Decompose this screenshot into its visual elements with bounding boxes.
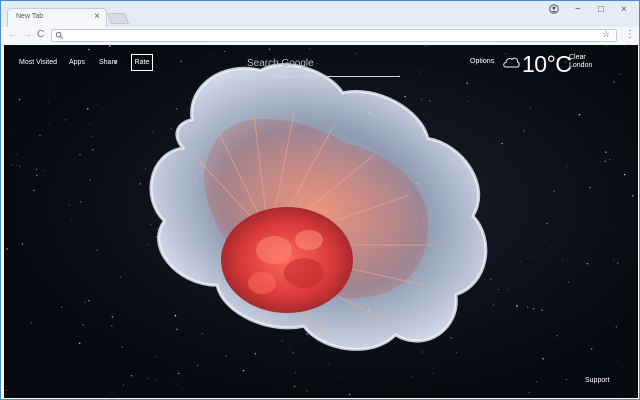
new-tab-page: Most Visited Apps Share Rate Search Goog… [4,45,638,398]
rate-button[interactable]: Rate [131,54,153,71]
weather-condition: Clear [569,54,586,61]
tab-close-icon[interactable]: × [94,11,100,23]
tab-strip: New Tab × − □ × [1,1,639,27]
most-visited-link[interactable]: Most Visited [19,59,57,66]
forward-icon[interactable]: → [22,29,32,41]
tab-new-tab[interactable]: New Tab × [7,8,107,27]
profile-icon[interactable] [549,4,559,14]
menu-icon[interactable]: ⋮ [625,29,635,41]
minimize-icon[interactable]: − [575,4,581,16]
weather-location: London [569,62,593,69]
search-input[interactable]: Search Google [247,58,314,69]
browser-window: New Tab × − □ × ← → C ☆ ⋮ Most Visited A… [0,0,640,400]
weather-details: Clear London [569,54,592,70]
maximize-icon[interactable]: □ [598,4,604,16]
options-link[interactable]: Options [470,58,494,65]
tab-title: New Tab [16,13,44,20]
bookmark-star-icon[interactable]: ☆ [602,29,610,40]
address-bar[interactable]: ☆ [51,29,617,42]
reload-icon[interactable]: C [37,29,44,41]
share-link[interactable]: Share [99,59,118,66]
back-icon[interactable]: ← [8,29,18,41]
support-link[interactable]: Support [585,377,610,384]
apps-link[interactable]: Apps [69,59,85,66]
jellyfish-image [149,63,488,351]
search-box[interactable]: Search Google [242,55,400,77]
close-icon[interactable]: × [621,4,627,16]
new-tab-button[interactable] [106,13,130,24]
temperature: 10°C [522,51,572,77]
cloud-icon [503,57,520,68]
browser-toolbar: ← → C ☆ ⋮ [1,27,639,46]
search-icon [55,31,64,40]
